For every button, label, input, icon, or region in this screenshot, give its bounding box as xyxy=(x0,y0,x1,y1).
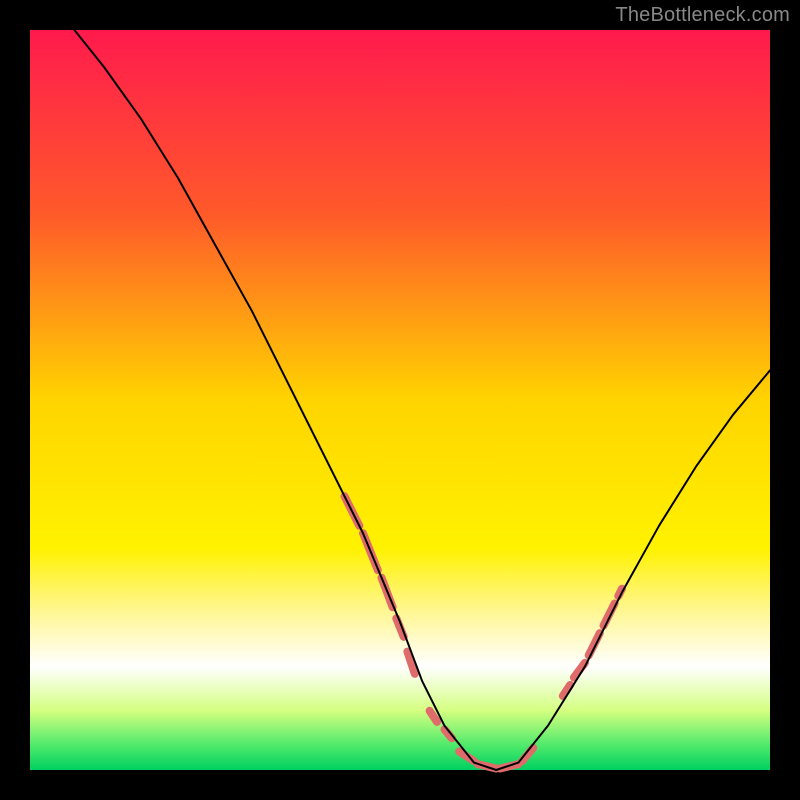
plot-background xyxy=(30,30,770,770)
watermark-text: TheBottleneck.com xyxy=(615,4,790,27)
bottleneck-chart: TheBottleneck.com xyxy=(0,0,800,800)
chart-canvas xyxy=(0,0,800,800)
